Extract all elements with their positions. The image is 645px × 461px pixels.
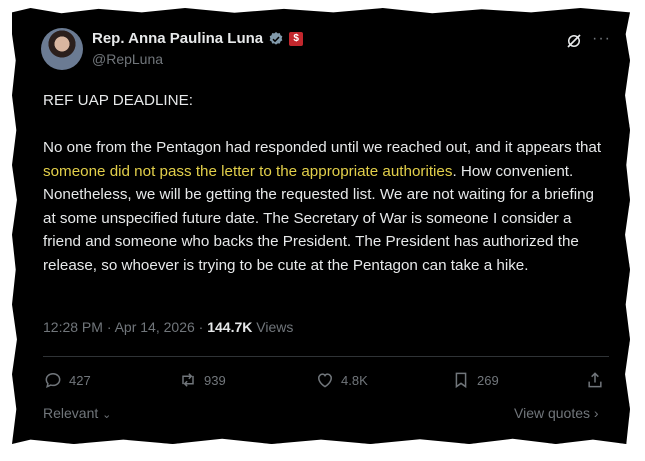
- reply-button[interactable]: 427: [43, 370, 91, 390]
- grok-icon[interactable]: [565, 32, 583, 50]
- post-body: REF UAP DEADLINE: No one from the Pentag…: [43, 89, 603, 277]
- author-handle[interactable]: @RepLuna: [92, 51, 163, 67]
- share-icon: [588, 372, 602, 388]
- view-quotes-label: View quotes: [514, 405, 591, 421]
- bookmark-icon: [455, 372, 467, 389]
- bookmark-button[interactable]: 269: [451, 370, 499, 390]
- post-text-start: No one from the Pentagon had responded u…: [43, 139, 602, 156]
- heart-icon: [317, 373, 333, 388]
- sort-label: Relevant: [43, 405, 99, 421]
- repost-icon: [182, 373, 194, 387]
- repost-button[interactable]: 939: [178, 370, 226, 390]
- avatar[interactable]: [41, 28, 83, 70]
- post-text: No one from the Pentagon had responded u…: [43, 136, 603, 277]
- view-quotes-link[interactable]: View quotes ›: [514, 405, 599, 421]
- action-bar: 427 939 4.8K 269: [43, 370, 609, 394]
- post-highlight: someone did not pass the letter to the a…: [43, 162, 453, 180]
- bookmark-count: 269: [477, 372, 499, 388]
- post-meta: 12:28 PM · Apr 14, 2026 · 144.7K Views: [43, 319, 293, 335]
- views-count: 144.7K: [207, 319, 253, 335]
- more-options-icon[interactable]: ···: [592, 30, 611, 48]
- verified-badge-icon: [269, 31, 283, 45]
- share-button[interactable]: [585, 370, 605, 390]
- like-button[interactable]: 4.8K: [315, 370, 368, 390]
- chevron-down-icon: ⌄: [102, 409, 112, 421]
- government-affiliation-icon[interactable]: $: [289, 31, 304, 46]
- reply-count: 427: [69, 372, 91, 388]
- post-headline: REF UAP DEADLINE:: [43, 92, 193, 109]
- post-card: Rep. Anna Paulina Luna $ @RepLuna ··· RE…: [12, 8, 630, 444]
- repost-count: 939: [204, 372, 226, 388]
- like-count: 4.8K: [341, 372, 368, 388]
- author-row: Rep. Anna Paulina Luna $: [92, 30, 304, 47]
- reply-icon: [45, 372, 61, 388]
- divider: [43, 356, 609, 357]
- sort-replies-dropdown[interactable]: Relevant ⌄: [43, 405, 111, 421]
- author-name[interactable]: Rep. Anna Paulina Luna: [92, 30, 263, 47]
- post-timestamp[interactable]: 12:28 PM · Apr 14, 2026 ·: [43, 319, 207, 335]
- chevron-right-icon: ›: [593, 405, 599, 421]
- views-label: Views: [252, 319, 294, 335]
